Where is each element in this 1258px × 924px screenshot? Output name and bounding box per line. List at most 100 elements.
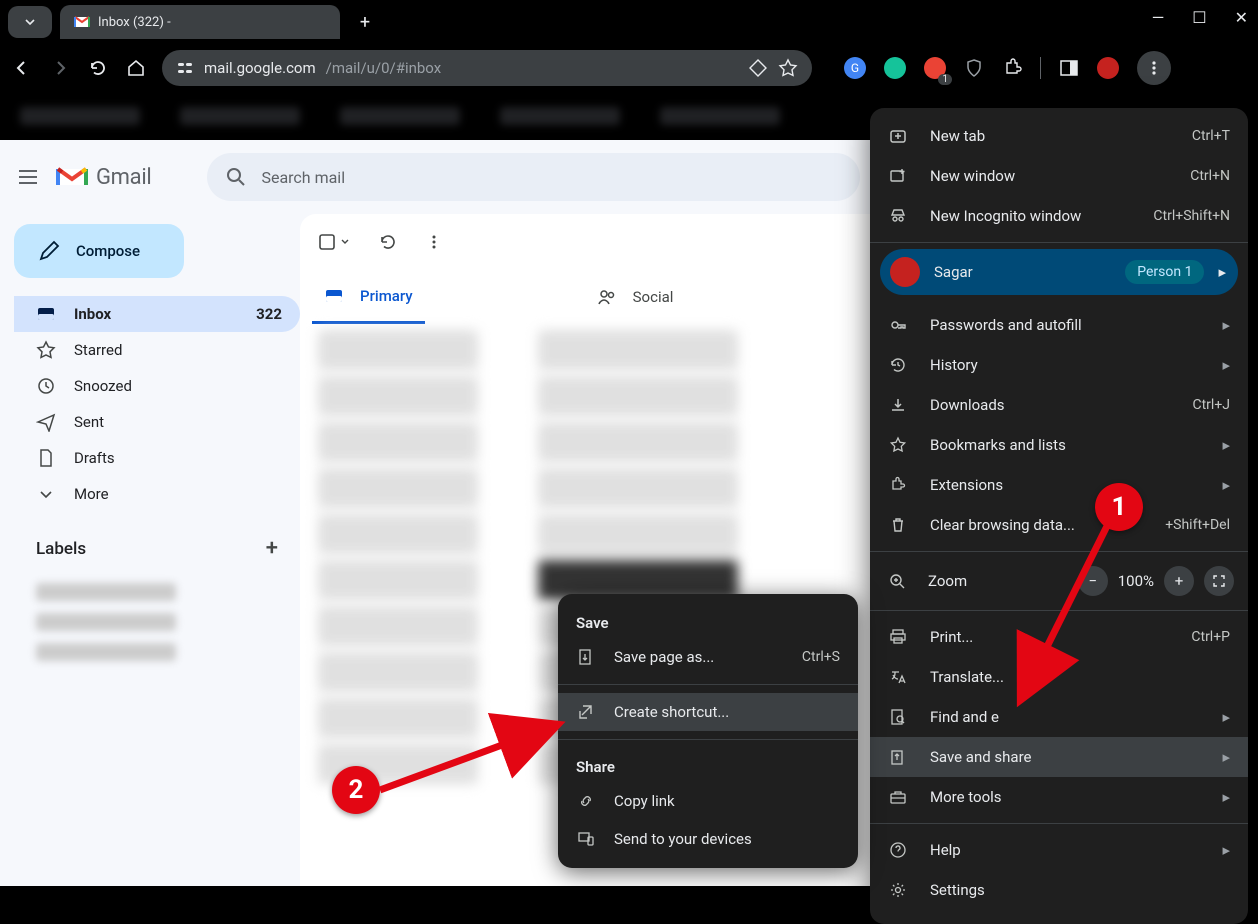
menu-bookmarks[interactable]: Bookmarks and lists ▸ [870,425,1248,465]
bookmark-item[interactable] [340,107,460,125]
zoom-in-button[interactable]: + [1164,566,1194,596]
menu-translate-label: Translate... [930,668,1230,686]
menu-more-tools[interactable]: More tools ▸ [870,777,1248,817]
clock-icon [36,376,56,396]
address-bar[interactable]: mail.google.com/mail/u/0/#inbox [162,50,812,86]
label-item[interactable] [36,643,176,661]
compose-button[interactable]: Compose [14,224,184,278]
main-menu-icon[interactable] [16,165,40,189]
bookmark-item[interactable] [20,107,140,125]
url-path: /mail/u/0/#inbox [326,59,442,77]
extension-google-translate-icon[interactable]: G [844,57,866,79]
bookmark-star-icon[interactable] [778,58,798,78]
sidebar-item-snoozed[interactable]: Snoozed [14,368,300,404]
menu-new-incognito[interactable]: New Incognito window Ctrl+Shift+N [870,196,1248,236]
menu-separator [870,823,1248,824]
zoom-value: 100% [1118,572,1154,590]
menu-translate[interactable]: Translate... [870,657,1248,697]
gmail-logo-icon [56,165,88,189]
side-panel-icon[interactable] [1059,58,1079,78]
browser-tab-active[interactable]: Inbox (322) - [60,5,340,39]
menu-help[interactable]: Help ▸ [870,830,1248,870]
label-item[interactable] [36,613,176,631]
shortcut-text: Ctrl+T [1192,128,1230,144]
search-input[interactable]: Search mail [207,153,860,201]
sidebar-item-inbox[interactable]: Inbox 322 [14,296,300,332]
menu-history[interactable]: History ▸ [870,345,1248,385]
menu-zoom-row: Zoom − 100% + [870,558,1248,604]
sidebar-item-sent[interactable]: Sent [14,404,300,440]
sidebar-item-drafts[interactable]: Drafts [14,440,300,476]
extension-grammarly-icon[interactable] [884,57,906,79]
trash-icon [888,516,908,534]
submenu-create-shortcut[interactable]: Create shortcut... [558,693,858,731]
menu-new-window-label: New window [930,167,1168,185]
menu-settings[interactable]: Settings [870,870,1248,910]
submenu-send-devices[interactable]: Send to your devices [558,820,858,858]
chevron-down-icon [36,484,56,504]
window-close-button[interactable]: ✕ [1235,8,1248,27]
pencil-icon [38,240,60,262]
help-icon [888,841,908,859]
starred-label: Starred [74,341,122,359]
menu-profile-row[interactable]: Sagar Person 1 ▸ [880,249,1238,295]
extension-red-icon[interactable]: 1 [924,57,946,79]
sidebar-item-more[interactable]: More [14,476,300,512]
nav-reload-button[interactable] [86,58,110,78]
person-badge: Person 1 [1125,260,1204,284]
window-minimize-button[interactable]: — [1152,8,1165,27]
translate-icon [888,668,908,686]
nav-back-button[interactable] [10,58,34,78]
new-tab-button[interactable]: + [350,7,380,37]
menu-passwords-label: Passwords and autofill [930,316,1200,334]
menu-print-label: Print... [930,628,1169,646]
chevron-right-icon: ▸ [1222,356,1230,374]
sidebar-item-starred[interactable]: Starred [14,332,300,368]
tab-search-dropdown[interactable] [8,6,52,38]
submenu-save-page[interactable]: Save page as... Ctrl+S [558,638,858,676]
label-item[interactable] [36,583,176,601]
gmail-logo[interactable]: Gmail [56,165,151,190]
fullscreen-button[interactable] [1204,566,1234,596]
chrome-main-menu: New tab Ctrl+T New window Ctrl+N New Inc… [870,108,1248,924]
more-options-button[interactable] [426,234,442,250]
new-window-icon [888,167,908,185]
chevron-right-icon: ▸ [1222,476,1230,494]
menu-passwords[interactable]: Passwords and autofill ▸ [870,305,1248,345]
menu-downloads[interactable]: Downloads Ctrl+J [870,385,1248,425]
bookmark-item[interactable] [180,107,300,125]
menu-extensions-label: Extensions [930,476,1200,494]
extension-shield-icon[interactable] [964,58,984,78]
profile-avatar-button[interactable] [1097,57,1119,79]
bookmark-item[interactable] [500,107,620,125]
menu-new-window[interactable]: New window Ctrl+N [870,156,1248,196]
menu-find-label: Find and e [930,708,1200,726]
extensions-puzzle-icon[interactable] [1002,58,1022,78]
tab-social[interactable]: Social [585,270,686,324]
nav-home-button[interactable] [124,58,148,78]
chrome-menu-button[interactable] [1137,51,1171,85]
menu-find[interactable]: Find and e ▸ [870,697,1248,737]
annotation-1: 1 [1095,483,1143,531]
menu-clear-data[interactable]: Clear browsing data... +Shift+Del [870,505,1248,545]
add-label-button[interactable]: + [266,536,278,561]
lens-icon[interactable] [748,58,768,78]
nav-forward-button[interactable] [48,58,72,78]
site-settings-icon[interactable] [176,59,194,77]
zoom-icon [888,572,906,590]
refresh-button[interactable] [378,232,398,252]
menu-extensions[interactable]: Extensions ▸ [870,465,1248,505]
new-tab-icon [888,127,908,145]
tab-primary[interactable]: Primary [312,270,425,324]
window-maximize-button[interactable]: ☐ [1192,8,1206,27]
submenu-copy-link[interactable]: Copy link [558,782,858,820]
bookmark-item[interactable] [660,107,780,125]
menu-new-tab[interactable]: New tab Ctrl+T [870,116,1248,156]
menu-more-tools-label: More tools [930,788,1200,806]
menu-save-share[interactable]: Save and share ▸ [870,737,1248,777]
toolbox-icon [888,788,908,806]
select-all-checkbox[interactable] [318,233,350,251]
zoom-out-button[interactable]: − [1078,566,1108,596]
star-outline-icon [888,436,908,454]
menu-print[interactable]: Print... Ctrl+P [870,617,1248,657]
